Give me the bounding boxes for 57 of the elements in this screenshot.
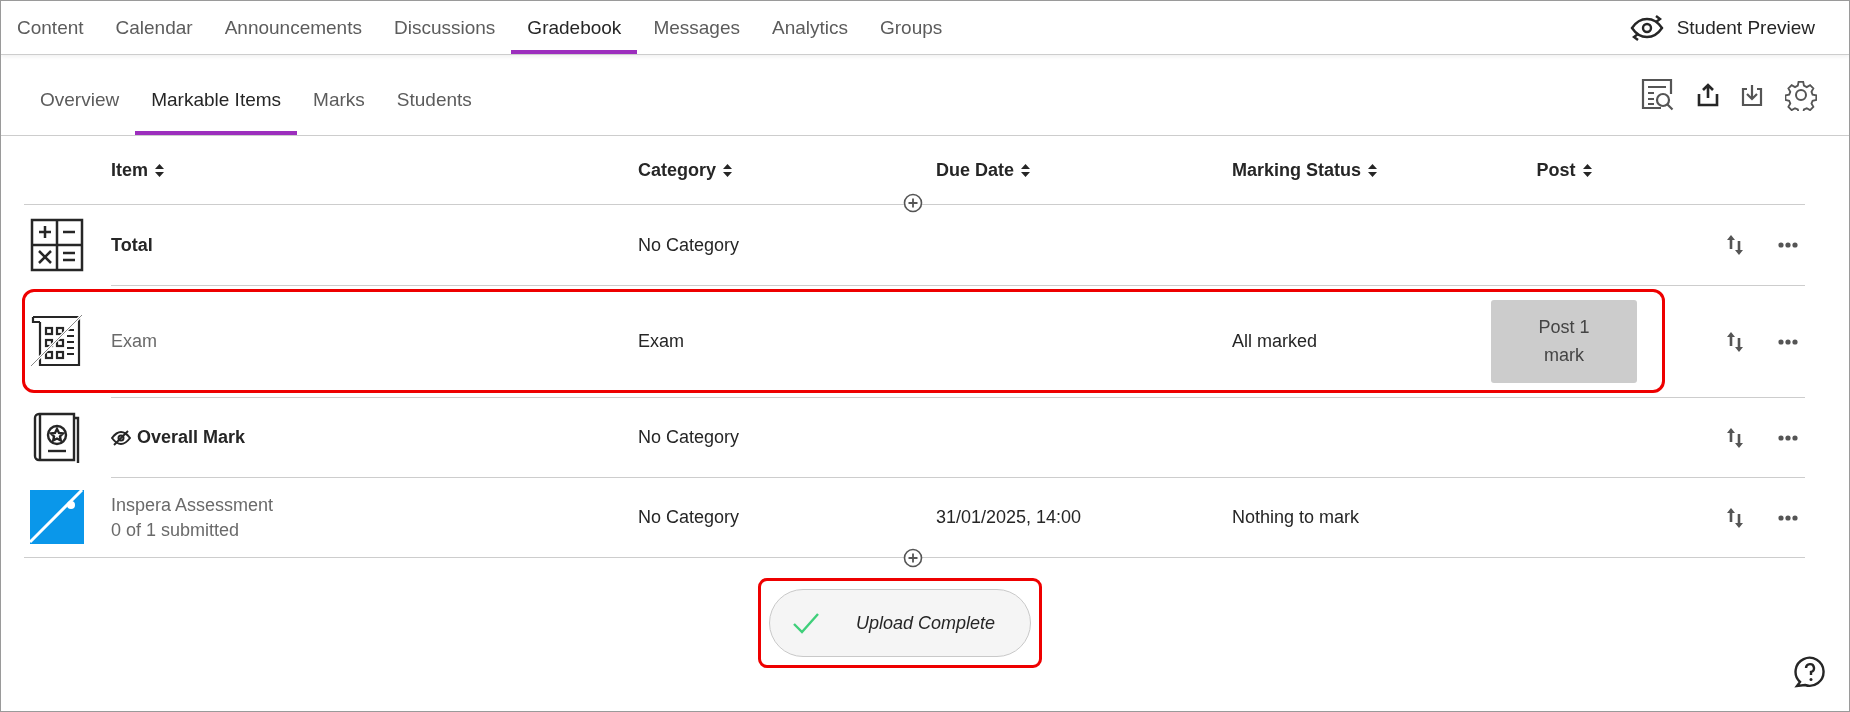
course-nav-tab[interactable]: Groups <box>864 1 959 54</box>
exam-sheet-icon <box>30 314 84 368</box>
item-name[interactable]: Overall Mark <box>137 427 246 448</box>
sort-icon[interactable] <box>1021 163 1031 177</box>
reorder-icon[interactable] <box>1727 331 1743 352</box>
category-text: No Category <box>638 427 741 448</box>
column-header[interactable]: Marking Status <box>1232 159 1362 181</box>
add-item-icon[interactable] <box>903 548 923 568</box>
help-icon[interactable] <box>1793 655 1827 689</box>
sort-icon[interactable] <box>723 163 733 177</box>
marking-status-text: Nothing to mark <box>1232 507 1360 527</box>
calculator-icon <box>30 218 84 272</box>
due-date-text: 31/01/2025, 14:00 <box>936 507 1082 527</box>
category-text: Exam <box>638 331 685 352</box>
column-header[interactable]: Due Date <box>936 159 1015 181</box>
sort-icon[interactable] <box>1582 163 1592 177</box>
report-search-icon[interactable] <box>1641 78 1675 112</box>
reorder-icon[interactable] <box>1727 507 1743 528</box>
upload-icon[interactable] <box>1697 83 1719 107</box>
item-name[interactable]: Total <box>111 234 153 256</box>
marking-status-text: All marked <box>1232 331 1318 351</box>
more-options-icon[interactable] <box>1777 242 1798 248</box>
check-icon <box>792 612 820 634</box>
more-options-icon[interactable] <box>1777 338 1798 345</box>
download-icon[interactable] <box>1741 83 1763 107</box>
submission-count: 0 of 1 submitted <box>111 519 241 541</box>
course-nav-tab[interactable]: Gradebook <box>511 1 638 54</box>
course-nav-tab[interactable]: Messages <box>637 1 756 54</box>
more-options-icon[interactable] <box>1777 514 1798 521</box>
toast-message: Upload Complete <box>856 612 996 634</box>
post-marks-button[interactable]: Post 1 mark <box>1491 300 1637 383</box>
section-tab[interactable]: Students <box>380 89 488 135</box>
item-name[interactable]: Inspera Assessment <box>111 494 274 516</box>
column-header[interactable]: Item <box>111 159 148 181</box>
section-tab[interactable]: Overview <box>24 89 136 135</box>
course-nav-tab[interactable]: Analytics <box>756 1 864 54</box>
course-nav-tab[interactable]: Discussions <box>378 1 512 54</box>
reorder-icon[interactable] <box>1727 235 1743 255</box>
category-text: No Category <box>638 234 741 256</box>
course-nav-tab[interactable]: Announcements <box>208 1 378 54</box>
course-nav-tab[interactable]: Content <box>1 1 100 54</box>
item-name[interactable]: Exam <box>111 331 157 352</box>
reorder-icon[interactable] <box>1727 427 1743 448</box>
student-preview-button[interactable]: Student Preview <box>1622 1 1849 54</box>
category-text: No Category <box>638 507 741 528</box>
settings-icon[interactable] <box>1785 79 1817 111</box>
section-tab[interactable]: Marks <box>297 89 381 135</box>
column-header[interactable]: Post <box>1536 159 1576 181</box>
section-tab[interactable]: Markable Items <box>135 89 298 135</box>
more-options-icon[interactable] <box>1777 434 1798 441</box>
sort-icon[interactable] <box>155 163 164 177</box>
sort-icon[interactable] <box>1368 163 1378 177</box>
add-item-icon[interactable] <box>903 193 923 213</box>
column-header[interactable]: Category <box>638 159 717 181</box>
course-nav-tab[interactable]: Calendar <box>99 1 209 54</box>
assessment-logo-icon <box>30 490 84 544</box>
eye-refresh-icon <box>1628 13 1665 42</box>
